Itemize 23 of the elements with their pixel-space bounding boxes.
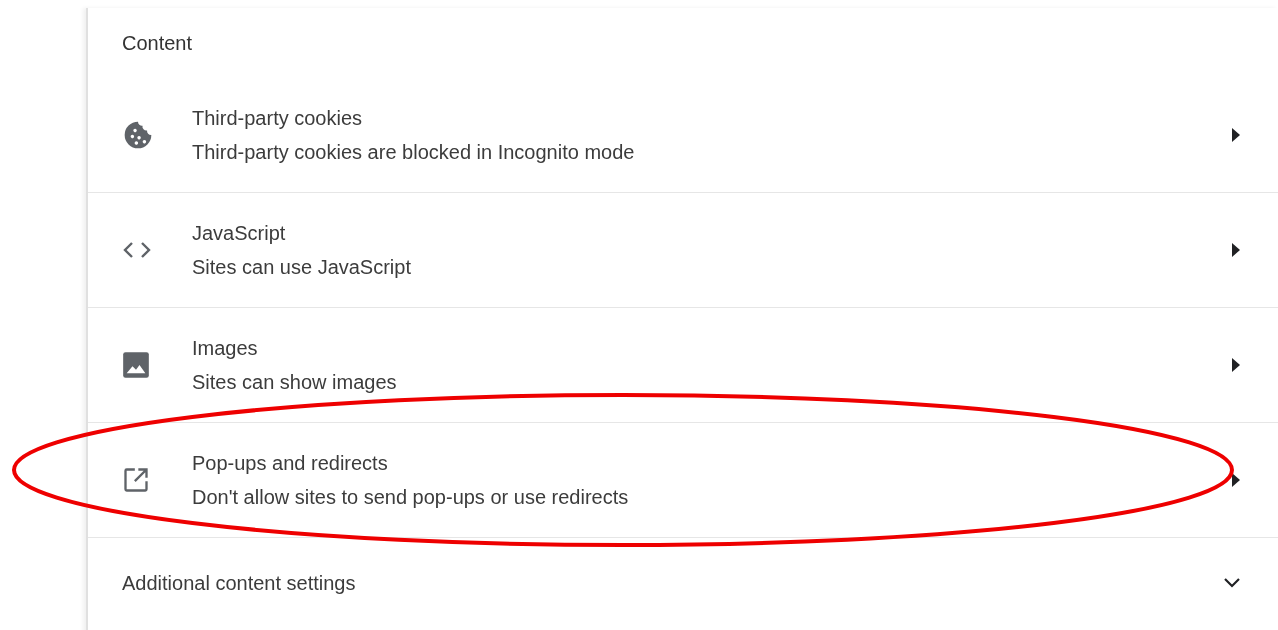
settings-row[interactable]: Third-party cookies Third-party cookies are blocked in Incognito mode [88,78,1278,192]
settings-row[interactable]: JavaScript Sites can use JavaScript [88,193,1278,307]
cookie-icon [122,119,154,151]
open-in-new-icon [122,466,150,494]
code-icon [122,240,152,260]
settings-row[interactable]: Images Sites can show images [88,308,1278,422]
row-title: Images [192,336,259,360]
arrow-right-icon [1232,358,1240,372]
arrow-right-icon [1232,128,1240,142]
settings-row[interactable]: Pop-ups and redirects Don't allow sites to send pop-ups or use redirects [88,423,1278,537]
row-title: Pop-ups and redirects [192,451,389,475]
image-icon [122,351,150,379]
row-description: Sites can use JavaScript [192,255,412,279]
row-title: JavaScript [192,221,287,245]
row-description: Third-party cookies are blocked in Incognito mode [192,140,636,164]
row-description: Sites can show images [192,370,398,394]
additional-settings-label: Additional content settings [122,571,356,595]
additional-settings-row[interactable]: Additional content settings [88,538,1278,628]
row-title: Third-party cookies [192,106,364,130]
arrow-right-icon [1232,243,1240,257]
row-description: Don't allow sites to send pop-ups or use redirects [192,485,630,509]
section-title: Content [122,31,193,55]
arrow-right-icon [1232,473,1240,487]
